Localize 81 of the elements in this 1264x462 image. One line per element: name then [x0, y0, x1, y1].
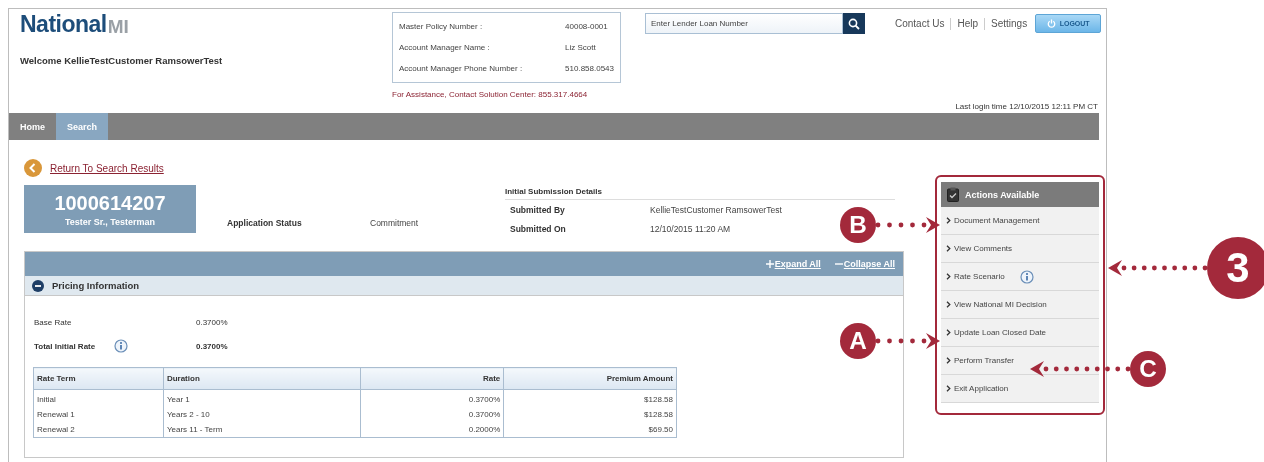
column-header: Premium Amount: [503, 367, 677, 390]
section-header[interactable]: Pricing Information: [25, 276, 903, 296]
callout-badge: C: [1130, 351, 1166, 387]
table-cell: 0.3700%: [360, 407, 504, 422]
action-item[interactable]: Update Loan Closed Date: [941, 319, 1099, 347]
collapse-icon[interactable]: [32, 279, 44, 292]
search-field[interactable]: Enter Lender Loan Number: [645, 13, 843, 34]
chevron-icon: [946, 217, 951, 224]
column-header: Duration: [163, 367, 361, 390]
action-item[interactable]: View National MI Decision: [941, 291, 1099, 319]
rate-value: 0.3700%: [196, 341, 228, 351]
chevron-icon: [946, 329, 951, 336]
field-label: Submitted On: [510, 223, 566, 234]
info-label: Master Policy Number :: [399, 21, 484, 33]
header-link[interactable]: Settings: [984, 17, 1034, 30]
section-title: Initial Submission Details: [505, 186, 602, 198]
table-cell: Years 2 - 10: [163, 407, 361, 422]
search-icon: [848, 17, 860, 30]
chevron-icon: [946, 273, 951, 280]
header-link[interactable]: Help: [950, 17, 985, 30]
rate-label: Total Initial Rate: [34, 341, 97, 351]
action-label: Document Management: [954, 216, 1040, 225]
status-value: Commitment: [370, 218, 419, 228]
chevron-icon: [946, 301, 951, 308]
table-cell: $69.50: [503, 422, 677, 438]
field-value: KellieTestCustomer RamsowerTest: [650, 204, 782, 215]
callout-badge: 3: [1207, 237, 1264, 299]
table-cell: Initial: [33, 389, 164, 407]
borrower-name: Tester Sr., Testerman: [64, 216, 156, 227]
table-cell: Year 1: [163, 389, 361, 407]
action-item[interactable]: Exit Application: [941, 375, 1099, 403]
info-value: 510.858.0543: [565, 63, 614, 75]
actions-title: Actions Available: [965, 189, 1040, 200]
chevron-icon: [946, 357, 951, 364]
action-item[interactable]: Rate Scenario: [941, 263, 1099, 291]
rate-label: Base Rate: [34, 317, 73, 327]
info-icon[interactable]: [1019, 269, 1034, 284]
header-link[interactable]: Contact Us: [889, 17, 951, 30]
column-header: Rate: [360, 367, 504, 390]
action-label: View National MI Decision: [954, 300, 1047, 309]
action-item[interactable]: View Comments: [941, 235, 1099, 263]
table-cell: 0.3700%: [360, 389, 504, 407]
power-icon: [1046, 19, 1056, 28]
action-item[interactable]: Perform Transfer: [941, 347, 1099, 375]
clipboard-icon: [947, 187, 959, 202]
action-label: Rate Scenario: [954, 272, 1005, 281]
back-link[interactable]: Return To Search Results: [50, 162, 164, 174]
column-header: Rate Term: [33, 367, 164, 390]
info-value: 40008-0001: [565, 21, 609, 33]
info-label: Account Manager Phone Number :: [399, 63, 524, 75]
assistance-text: For Assistance, Contact Solution Center: 855.317.4664: [392, 90, 588, 99]
minus-icon: [834, 260, 843, 268]
section-title: Pricing Information: [52, 280, 140, 291]
back-icon[interactable]: [24, 159, 42, 177]
chevron-icon: [946, 385, 951, 392]
plus-icon: [765, 260, 774, 268]
field-label: Submitted By: [510, 204, 565, 215]
table-cell: Years 11 - Term: [163, 422, 361, 438]
info-icon[interactable]: [114, 339, 128, 353]
table-cell: 0.2000%: [360, 422, 504, 438]
field-value: 12/10/2015 11:20 AM: [650, 223, 731, 234]
table-cell: Renewal 2: [33, 422, 164, 438]
search-button[interactable]: [843, 13, 865, 34]
loan-number: 1000614207: [54, 191, 166, 215]
table-cell: Renewal 1: [33, 407, 164, 422]
last-login-text: Last login time 12/10/2015 12:11 PM CT: [955, 102, 1098, 111]
info-value: Liz Scott: [565, 42, 597, 54]
action-label: Exit Application: [954, 384, 1009, 393]
action-item[interactable]: Document Management: [941, 207, 1099, 235]
rate-value: 0.3700%: [196, 317, 228, 327]
action-label: Perform Transfer: [954, 356, 1014, 365]
logo[interactable]: NationalMI: [20, 12, 392, 38]
status-label: Application Status: [227, 218, 303, 228]
welcome-text: Welcome KellieTestCustomer RamsowerTest: [20, 55, 223, 66]
info-label: Account Manager Name :: [399, 42, 491, 54]
action-label: Update Loan Closed Date: [954, 328, 1047, 337]
nav-tab[interactable]: Home: [9, 113, 56, 140]
table-cell: $128.58: [503, 389, 677, 407]
action-label: View Comments: [954, 244, 1013, 253]
table-cell: $128.58: [503, 407, 677, 422]
chevron-icon: [946, 245, 951, 252]
